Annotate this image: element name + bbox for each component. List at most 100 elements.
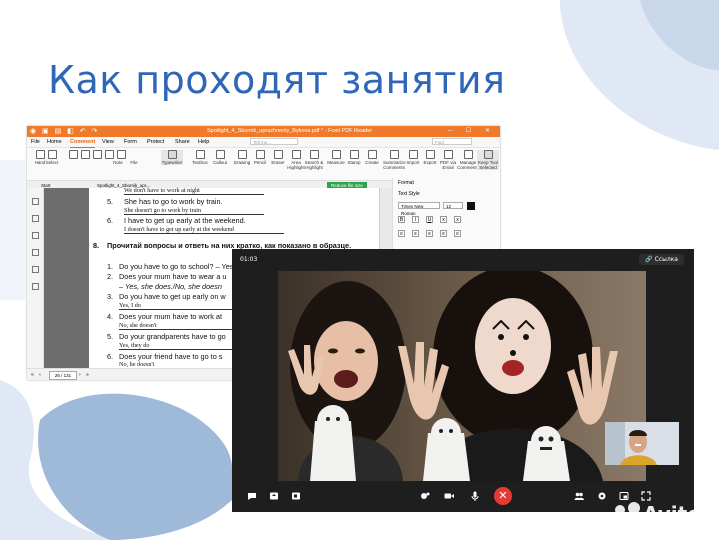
manage-comments-tool[interactable]: Manage Comments	[457, 150, 479, 170]
microphone-icon[interactable]	[469, 490, 481, 502]
subscript-button[interactable]: x	[454, 216, 461, 223]
spacing-button[interactable]: ≡	[454, 230, 461, 237]
page-margin	[44, 188, 89, 368]
menu-protect[interactable]: Protect	[147, 137, 164, 147]
typewriter-tool[interactable]: Typewriter	[161, 150, 183, 165]
format-tab[interactable]: Format	[398, 180, 414, 186]
quick-access-icons[interactable]: ◉ ▣ ▤ ◧ ↶ ↷	[30, 126, 99, 137]
font-size-select[interactable]: 12	[443, 202, 463, 209]
pin-icon	[483, 150, 493, 159]
text-color-swatch[interactable]	[467, 202, 475, 210]
text-style-header: Text Style	[398, 191, 420, 197]
callout-tool[interactable]: Callout	[209, 150, 231, 165]
callout-icon	[215, 150, 225, 159]
camera-icon[interactable]	[443, 490, 455, 502]
summarize-icon	[389, 150, 399, 159]
page-number-input[interactable]: 26 / 131	[49, 371, 77, 380]
menu-share[interactable]: Share	[175, 137, 190, 147]
justify-button[interactable]: ≡	[440, 230, 447, 237]
avito-watermark: Avito	[643, 502, 701, 526]
tell-me-search[interactable]: Tell me...	[250, 138, 298, 145]
align-right-button[interactable]: ≡	[426, 230, 433, 237]
effects-icon[interactable]	[419, 490, 431, 502]
window-controls[interactable]: ─ ☐ ✕	[448, 126, 496, 137]
slide-title: Как проходят занятия	[48, 58, 506, 102]
typewriter-icon	[167, 150, 177, 159]
create-icon	[367, 150, 377, 159]
italic-button[interactable]: I	[412, 216, 419, 223]
share-link-button[interactable]: 🔗 Ссылка	[639, 254, 684, 265]
manage-icon	[463, 150, 473, 159]
layers-icon[interactable]	[31, 249, 39, 256]
textbox-icon	[195, 150, 205, 159]
underline-tool[interactable]	[81, 150, 90, 160]
replace-icon	[105, 150, 114, 159]
menu-form[interactable]: Form	[124, 137, 137, 147]
question-text: Does your friend have to go to s	[119, 352, 223, 361]
area-highlight-icon	[291, 150, 301, 159]
call-timer: 01:03	[240, 256, 258, 263]
hangup-button[interactable]: ✕	[494, 487, 512, 505]
menu-file[interactable]: File	[31, 137, 40, 147]
chat-icon[interactable]	[246, 490, 258, 502]
pencil-icon	[255, 150, 265, 159]
page-nav-arrows-next[interactable]: › »	[79, 369, 91, 380]
create-tool[interactable]: Create	[361, 150, 383, 165]
textbox-tool[interactable]: Textbox	[189, 150, 211, 165]
comment-ribbon: Hand Select Typewriter Note File Textbox…	[27, 148, 500, 181]
file-tool[interactable]: File	[123, 160, 145, 165]
align-center-button[interactable]: ≡	[412, 230, 419, 237]
attachment-icon[interactable]	[31, 266, 39, 273]
replace-tool[interactable]	[105, 150, 114, 160]
handwritten-answer: I doesn't have to get up early at the we…	[124, 226, 284, 234]
question-text: Does your mum have to work at	[119, 312, 223, 321]
handwritten-answer: She doesn't go to work by train	[124, 207, 264, 215]
video-call-window: 01:03 🔗 Ссылка ✕	[232, 249, 694, 512]
export-icon	[425, 150, 435, 159]
question-text: Do you have to get up early on w	[119, 292, 226, 301]
font-family-select[interactable]: Times New Roman	[398, 202, 440, 216]
underline-icon	[81, 150, 90, 159]
insert-tool[interactable]	[117, 150, 126, 160]
participants-icon[interactable]	[573, 490, 585, 502]
exercise-number: 6.	[107, 216, 114, 225]
question-number: 4.	[107, 312, 114, 321]
signature-icon[interactable]	[31, 283, 39, 290]
menu-home[interactable]: Home	[47, 137, 62, 147]
menu-view[interactable]: View	[102, 137, 114, 147]
strikeout-tool[interactable]	[93, 150, 102, 160]
section-number: 8.	[93, 241, 100, 250]
insert-icon	[117, 150, 126, 159]
underline-button[interactable]: U	[426, 216, 433, 223]
participant-video	[278, 271, 646, 481]
self-view-video[interactable]	[605, 422, 679, 465]
import-icon	[408, 150, 418, 159]
comments-icon[interactable]	[31, 232, 39, 239]
align-left-button[interactable]: ≡	[398, 230, 405, 237]
bookmark-icon[interactable]	[31, 198, 39, 205]
pdf-email-tool[interactable]: PDF via Email	[437, 150, 459, 170]
screen-share-icon[interactable]	[268, 490, 280, 502]
highlight-tool[interactable]	[69, 150, 78, 160]
record-icon[interactable]	[290, 490, 302, 502]
bold-button[interactable]: B	[398, 216, 405, 223]
question-text: Does your mum have to wear a u	[119, 272, 227, 281]
pages-icon[interactable]	[31, 215, 39, 222]
menu-comment[interactable]: Comment	[70, 137, 96, 148]
link-icon: 🔗	[645, 256, 653, 263]
search-highlight-tool[interactable]: Search & Highlight	[303, 150, 325, 170]
settings-icon[interactable]	[596, 490, 608, 502]
superscript-button[interactable]: x	[440, 216, 447, 223]
question-number: 6.	[107, 352, 114, 361]
measure-icon	[331, 150, 341, 159]
page-nav-arrows[interactable]: « ‹	[31, 369, 43, 380]
menu-help[interactable]: Help	[198, 137, 209, 147]
question-number: 5.	[107, 332, 114, 341]
find-input[interactable]: Find	[432, 138, 472, 145]
strikeout-icon	[93, 150, 102, 159]
keep-tool-selected[interactable]: Keep Tool Selected	[477, 150, 499, 170]
example-answer: – Yes, she does./No, she doesn	[119, 282, 222, 291]
select-tool[interactable]: Select	[41, 150, 63, 165]
question-number: 1.	[107, 262, 114, 271]
question-text: Do your grandparents have to go	[119, 332, 226, 341]
